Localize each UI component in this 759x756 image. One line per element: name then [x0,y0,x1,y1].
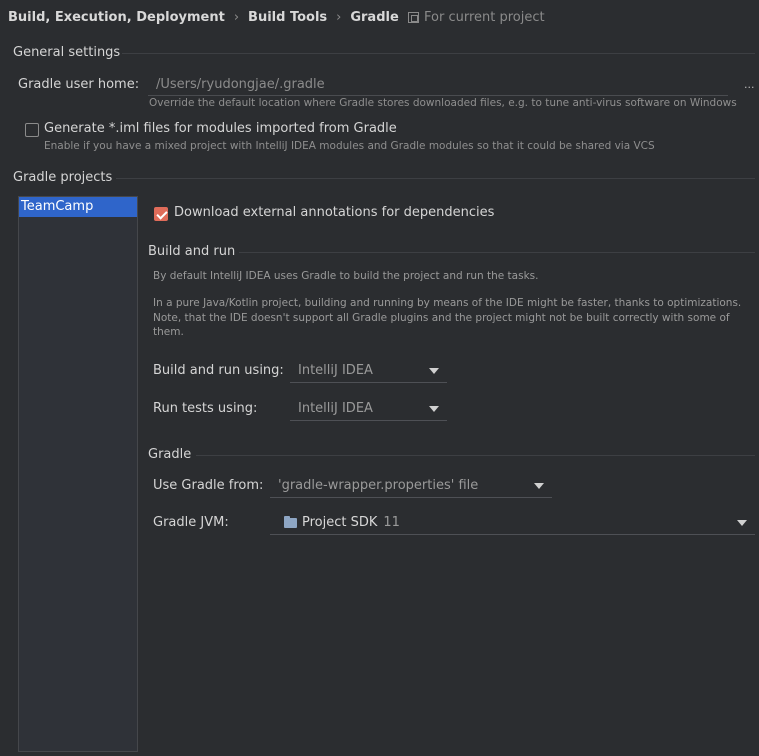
section-title-gradle: Gradle [148,447,192,462]
gradle-user-home-hint: Override the default location where Grad… [149,97,737,109]
breadcrumb-item-build-execution-deployment[interactable]: Build, Execution, Deployment [8,10,225,25]
download-annotations-label[interactable]: Download external annotations for depend… [174,205,494,220]
gradle-user-home-field[interactable]: /Users/ryudongjae/.gradle [148,73,728,96]
generate-iml-label[interactable]: Generate *.iml files for modules importe… [44,121,397,136]
generate-iml-checkbox[interactable] [25,123,39,137]
section-divider [196,455,755,456]
section-divider [239,252,755,253]
scope-label: For current project [424,9,545,25]
build-run-note-line-3: them. [153,326,184,338]
gradle-jvm-dropdown[interactable]: Project SDK 11 [270,511,755,535]
breadcrumb: Build, Execution, Deployment › Build Too… [8,8,399,26]
browse-button[interactable]: ... [744,78,755,91]
generate-iml-hint: Enable if you have a mixed project with … [44,140,655,152]
build-and-run-using-dropdown[interactable]: IntelliJ IDEA [290,359,447,383]
chevron-down-icon [429,406,439,412]
scope-indicator: For current project [408,8,545,26]
gradle-jvm-value: Project SDK [302,515,378,530]
section-title-general-settings: General settings [13,45,121,60]
gradle-jvm-label: Gradle JVM: [153,515,229,530]
chevron-down-icon [429,368,439,374]
use-gradle-from-label: Use Gradle from: [153,478,264,493]
gradle-jvm-version: 11 [383,515,400,530]
chevron-down-icon [534,483,544,489]
gradle-user-home-label: Gradle user home: [18,77,140,92]
section-title-gradle-projects: Gradle projects [13,170,113,185]
gradle-user-home-value: /Users/ryudongjae/.gradle [156,77,325,92]
build-and-run-using-label: Build and run using: [153,363,284,378]
section-divider [116,178,755,179]
build-run-note-line-1: In a pure Java/Kotlin project, building … [153,297,742,309]
breadcrumb-separator: › [336,9,342,25]
run-tests-using-dropdown[interactable]: IntelliJ IDEA [290,397,447,421]
download-annotations-checkbox[interactable] [154,207,168,221]
section-divider [122,53,755,54]
run-tests-using-value: IntelliJ IDEA [298,401,373,416]
project-item-teamcamp[interactable]: TeamCamp [19,197,137,217]
breadcrumb-item-gradle: Gradle [350,9,399,25]
section-title-build-and-run: Build and run [148,244,236,259]
breadcrumb-item-build-tools[interactable]: Build Tools [248,10,327,25]
run-tests-using-label: Run tests using: [153,401,258,416]
chevron-down-icon [737,520,747,526]
build-and-run-using-value: IntelliJ IDEA [298,363,373,378]
build-run-note-line-2: Note, that the IDE doesn't support all G… [153,312,730,324]
gradle-projects-list[interactable]: TeamCamp [18,196,138,752]
breadcrumb-separator: › [233,9,240,25]
build-run-description: By default IntelliJ IDEA uses Gradle to … [153,270,539,282]
copy-icon [408,11,419,23]
folder-icon [284,515,297,528]
use-gradle-from-value: 'gradle-wrapper.properties' file [278,478,479,493]
use-gradle-from-dropdown[interactable]: 'gradle-wrapper.properties' file [270,474,552,498]
